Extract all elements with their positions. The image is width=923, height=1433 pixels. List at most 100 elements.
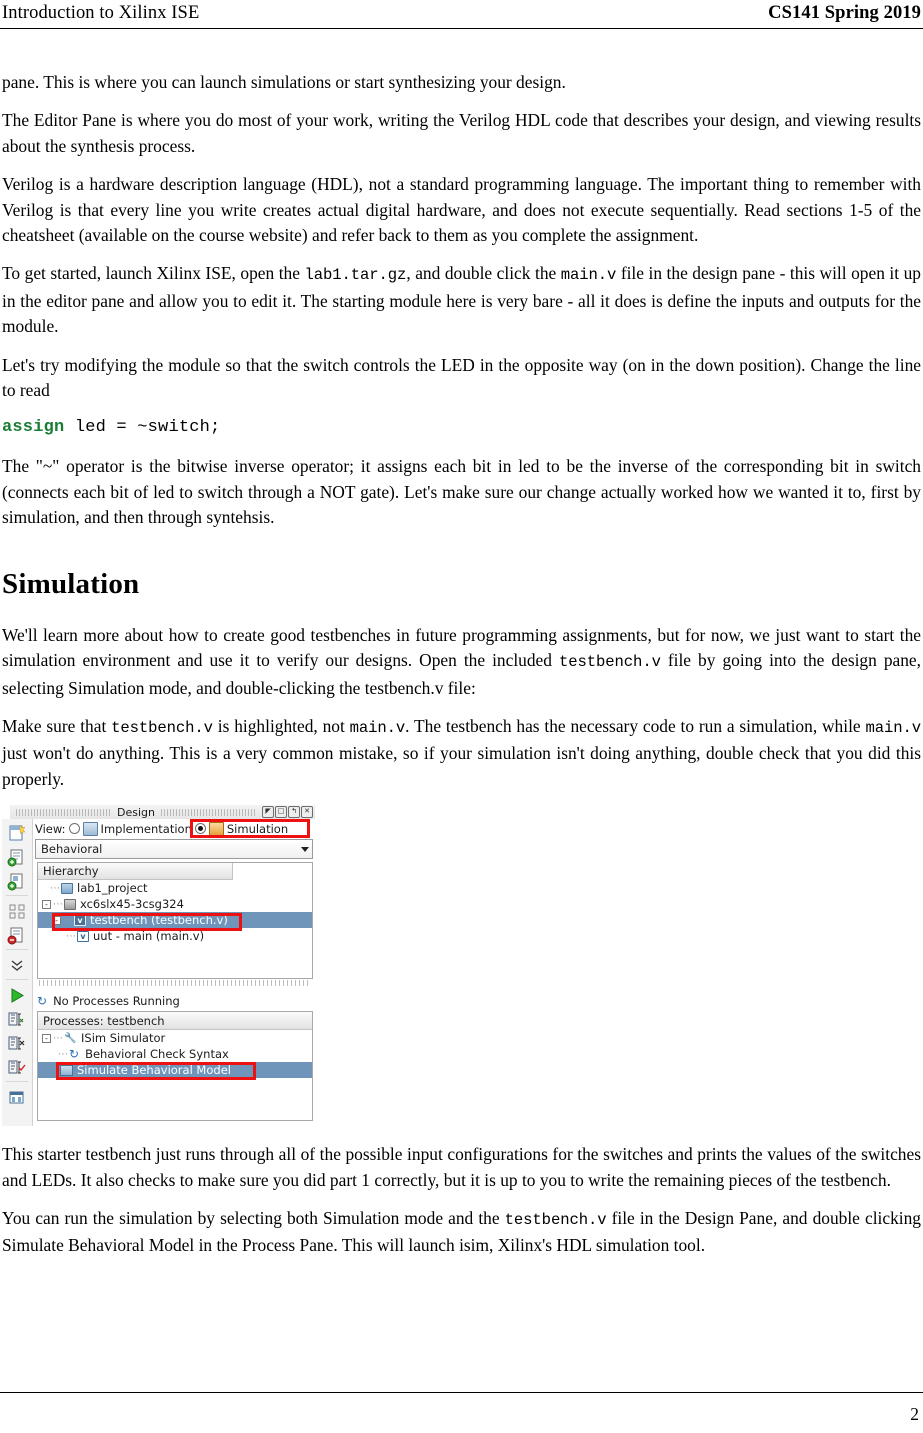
code-keyword-assign: assign	[2, 418, 65, 438]
inline-code-mainv-2: main.v	[349, 718, 406, 737]
simulation-phase-value: Behavioral	[41, 842, 103, 857]
view-label: View:	[35, 821, 66, 836]
process-row-isim-simulator[interactable]: - ⋯ 🔧 ISim Simulator	[38, 1030, 312, 1046]
hierarchy-label: lab1_project	[77, 881, 148, 896]
tree-guide: ⋯	[50, 882, 60, 894]
inline-code-mainv-3: main.v	[865, 718, 921, 737]
hierarchy-header: Hierarchy	[38, 863, 233, 881]
title-grip-right	[161, 808, 257, 816]
paragraph-10: You can run the simulation by selecting …	[2, 1206, 921, 1259]
paragraph-4-text-a: To get started, launch Xilinx ISE, open …	[2, 263, 305, 284]
rail-divider-3	[6, 979, 28, 981]
processes-header: Processes: testbench	[38, 1012, 312, 1031]
hierarchy-row-lab1-project[interactable]: ⋯ lab1_project	[38, 880, 312, 896]
expand-all-icon[interactable]	[7, 956, 27, 975]
refresh-icon: ↻	[69, 1047, 80, 1062]
isim-icon	[60, 1064, 73, 1076]
project-icon	[61, 882, 73, 894]
hierarchy-label: testbench (testbench.v)	[90, 913, 228, 928]
process-label: Simulate Behavioral Model	[77, 1063, 231, 1078]
collapse-toggle-testbench[interactable]: -	[52, 915, 61, 925]
collapse-toggle-device[interactable]: -	[42, 899, 51, 909]
view-schematic-icon[interactable]	[7, 902, 27, 921]
paragraph-7: We'll learn more about how to create goo…	[2, 623, 921, 701]
simulation-label[interactable]: Simulation	[227, 822, 288, 836]
no-processes-running-row: ↻ No Processes Running	[33, 991, 315, 1010]
paragraph-8-text-b: is highlighted, not	[212, 715, 350, 736]
minimize-icon[interactable]: ↰	[288, 806, 301, 819]
paragraph-8-text-a: Make sure that	[2, 715, 112, 736]
simulation-radio[interactable]	[194, 823, 206, 835]
design-pane-title-bar: Design ◤ □ ↰ ✕	[10, 805, 315, 821]
hierarchy-row-uut-main[interactable]: ⋯ v uut - main (main.v)	[38, 928, 312, 944]
document-page: Introduction to Xilinx ISE CS141 Spring …	[0, 0, 923, 1433]
hierarchy-label: uut - main (main.v)	[93, 929, 205, 944]
process-label: Behavioral Check Syntax	[85, 1047, 229, 1062]
paragraph-2: The Editor Pane is where you do most of …	[2, 110, 921, 156]
tree-guide: ⋯	[53, 1032, 63, 1044]
implementation-radio[interactable]	[68, 823, 80, 835]
inline-code-testbenchv-3: testbench.v	[504, 1210, 607, 1229]
design-pane-title: Design	[117, 805, 155, 819]
tree-guide: ⋯	[53, 898, 63, 910]
verilog-icon: v	[74, 914, 86, 926]
run-process-icon[interactable]	[7, 986, 27, 1005]
title-grip-left	[16, 808, 112, 816]
inline-code-lab1-targz: lab1.tar.gz	[304, 266, 407, 285]
dock-left-icon[interactable]: ◤	[262, 806, 275, 819]
code-rest: led = ~switch;	[64, 418, 221, 438]
collapse-toggle-isim[interactable]: -	[42, 1033, 51, 1043]
inline-code-mainv-1: main.v	[560, 266, 617, 285]
design-pane-icon-rail	[2, 819, 33, 1127]
hierarchy-panel: Hierarchy ⋯ lab1_project - ⋯ xc6slx45-3c…	[37, 862, 313, 980]
panel-splitter[interactable]	[39, 980, 309, 987]
stop-process-icon[interactable]	[7, 1034, 27, 1053]
paragraph-9: This starter testbench just runs through…	[2, 1144, 921, 1190]
device-icon	[64, 898, 76, 910]
code-line-assign: assign led = ~switch;	[2, 416, 921, 440]
simulation-phase-combo[interactable]: Behavioral	[35, 839, 313, 860]
paragraph-3: Verilog is a hardware description langua…	[2, 174, 921, 246]
design-pane-panel: View: Implementation Simulation Behavior…	[33, 819, 315, 1127]
header-left-title: Introduction to Xilinx ISE	[2, 3, 200, 23]
no-processes-running-label: No Processes Running	[53, 993, 180, 1008]
chevron-down-icon[interactable]	[301, 846, 309, 852]
process-row-simulate-behavioral-model[interactable]: Simulate Behavioral Model	[38, 1062, 312, 1079]
tree-guide: ⋯	[63, 914, 73, 926]
paragraph-4-text-b: , and double click the	[406, 263, 561, 284]
hierarchy-label: xc6slx45-3csg324	[80, 897, 184, 912]
hierarchy-row-device[interactable]: - ⋯ xc6slx45-3csg324	[38, 896, 312, 912]
rerun-process-icon[interactable]	[7, 1010, 27, 1029]
implementation-chip-icon	[82, 821, 98, 836]
rail-divider-1	[6, 895, 28, 897]
design-summary-icon[interactable]	[7, 1088, 27, 1107]
process-row-behavioral-check-syntax[interactable]: ⋯ ↻ Behavioral Check Syntax	[38, 1046, 312, 1062]
restore-icon[interactable]: □	[275, 806, 288, 819]
rail-divider-4	[6, 1081, 28, 1083]
section-heading-simulation: Simulation	[2, 567, 140, 600]
paragraph-6: The "~" operator is the bitwise inverse …	[2, 456, 921, 528]
add-copy-source-icon[interactable]	[7, 872, 27, 891]
paragraph-4: To get started, launch Xilinx ISE, open …	[2, 261, 921, 339]
implementation-label[interactable]: Implementation	[101, 822, 192, 836]
close-icon[interactable]: ✕	[301, 806, 314, 819]
remove-source-icon[interactable]	[7, 926, 27, 945]
rerun-all-icon[interactable]	[7, 1058, 27, 1077]
paragraph-10-text-a: You can run the simulation by selecting …	[2, 1207, 505, 1228]
hierarchy-row-testbench[interactable]: - ⋯ v testbench (testbench.v)	[38, 912, 312, 929]
header-right-course: CS141 Spring 2019	[768, 3, 921, 23]
footer-rule	[0, 1392, 923, 1393]
paragraph-8-text-d: just won't do anything. This is a very c…	[2, 743, 921, 789]
header-rule	[0, 28, 923, 29]
rail-divider-2	[6, 949, 28, 951]
new-source-icon[interactable]	[7, 824, 27, 843]
page-number: 2	[910, 1404, 919, 1424]
tree-guide: ⋯	[58, 1048, 68, 1060]
add-source-icon[interactable]	[7, 848, 27, 867]
inline-code-testbenchv-2: testbench.v	[111, 718, 213, 737]
document-body: pane. This is where you can launch simul…	[2, 70, 921, 1272]
verilog-icon: v	[77, 930, 89, 942]
refresh-icon: ↻	[37, 993, 48, 1008]
window-buttons: ◤ □ ↰ ✕	[262, 806, 314, 819]
process-label: ISim Simulator	[81, 1031, 166, 1046]
